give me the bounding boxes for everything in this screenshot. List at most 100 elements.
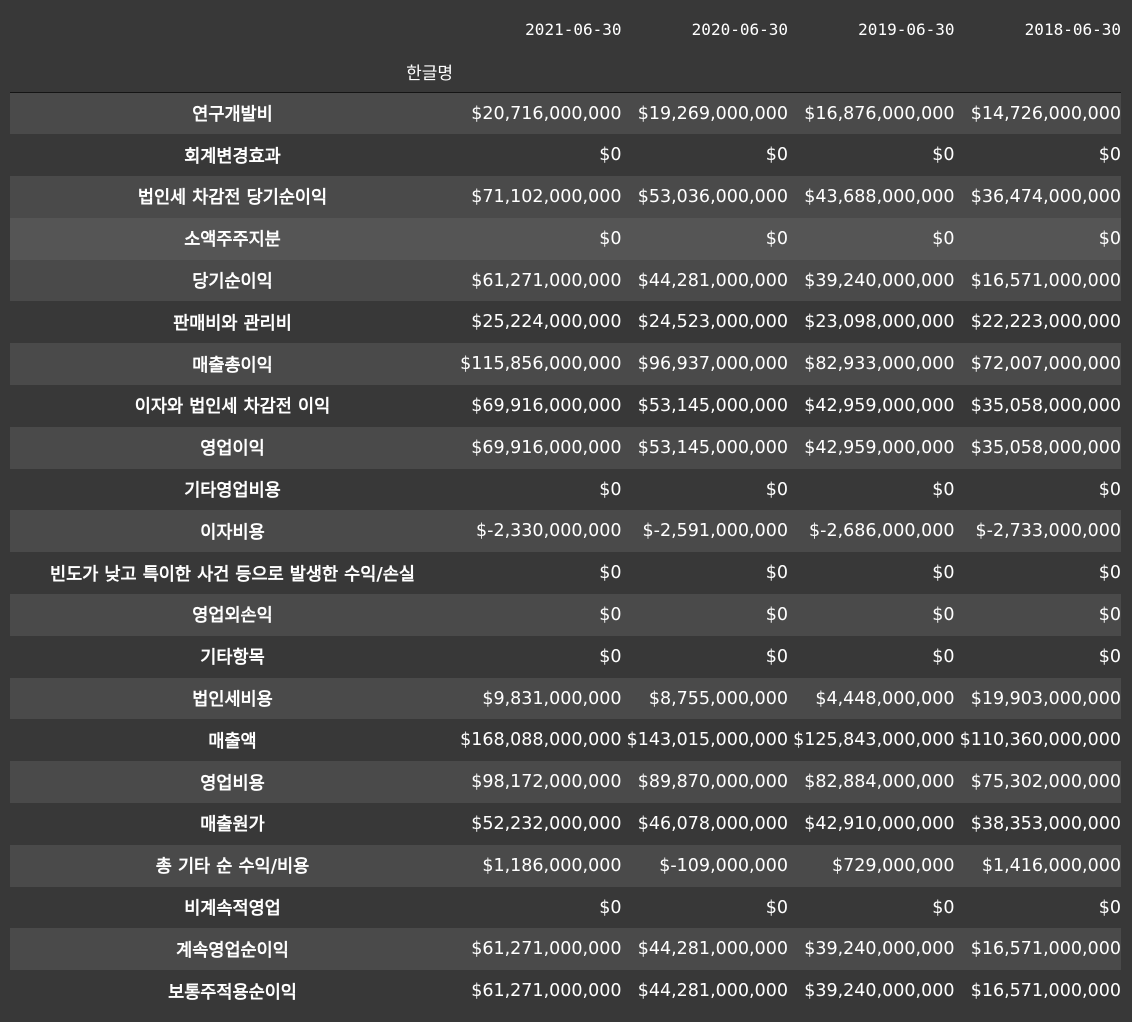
table-row: 소액주주지분 $0 $0 $0 $0 (10, 217, 1121, 260)
row-label: 법인세 차감전 당기순이익 (137, 188, 328, 209)
table-cell: $38,353,000,000 (970, 813, 1121, 834)
row-label: 이자비용 (200, 522, 265, 543)
income-statement-table: 2021-06-30 2020-06-30 2019-06-30 2018-06… (10, 8, 1121, 1013)
table-cell: $-2,330,000,000 (476, 521, 622, 542)
table-cell: $35,058,000,000 (970, 437, 1121, 458)
index-name: 한글명 (10, 50, 455, 93)
table-cell: $168,088,000,000 (460, 730, 622, 751)
table-cell: $0 (765, 479, 788, 500)
corner-cell (10, 8, 455, 50)
table-row: 매출총이익 $115,856,000,000 $96,937,000,000 $82,… (10, 343, 1121, 386)
column-header: 2020-06-30 (691, 19, 788, 39)
table-cell: $96,937,000,000 (637, 354, 788, 375)
table-row: 매출원가 $52,232,000,000 $46,078,000,000 $42,91… (10, 803, 1121, 845)
table-row: 보통주적용순이익 $61,271,000,000 $44,281,000,000 $3… (10, 970, 1121, 1013)
column-header: 2019-06-30 (858, 19, 955, 39)
row-label: 총 기타 순 수익/비용 (155, 857, 310, 878)
table-cell: $16,571,000,000 (970, 270, 1121, 291)
table-cell: $0 (599, 228, 622, 249)
table-cell: $20,716,000,000 (471, 103, 622, 124)
table-cell: $42,959,000,000 (804, 437, 955, 458)
table-cell: $53,145,000,000 (637, 395, 788, 416)
table-cell: $82,884,000,000 (804, 772, 955, 793)
row-label: 판매비와 관리비 (173, 313, 292, 334)
table-row: 매출액 $168,088,000,000 $143,015,000,000 $125,… (10, 719, 1121, 762)
table-cell: $0 (599, 479, 622, 500)
row-label: 빈도가 낮고 특이한 사건 등으로 발생한 수익/손실 (50, 564, 415, 585)
table-row: 영업외손익 $0 $0 $0 $0 (10, 594, 1121, 636)
table-row: 총 기타 순 수익/비용 $1,186,000,000 $-109,000,000 $… (10, 844, 1121, 887)
table-cell: $0 (765, 145, 788, 166)
table-cell: $75,302,000,000 (970, 772, 1121, 793)
table-header: 2021-06-30 2020-06-30 2019-06-30 2018-06… (10, 8, 1121, 93)
table-cell: $0 (932, 646, 955, 667)
table-cell: $82,933,000,000 (804, 354, 955, 375)
table-cell: $115,856,000,000 (460, 354, 622, 375)
table-cell: $42,910,000,000 (804, 813, 955, 834)
table-cell: $-2,733,000,000 (975, 521, 1121, 542)
table-cell: $35,058,000,000 (970, 395, 1121, 416)
table-cell: $19,269,000,000 (637, 103, 788, 124)
column-header: 2018-06-30 (1024, 19, 1121, 39)
table-cell: $0 (932, 145, 955, 166)
table-cell: $24,523,000,000 (637, 312, 788, 333)
table-cell: $36,474,000,000 (970, 186, 1121, 207)
table-cell: $0 (765, 228, 788, 249)
table-cell: $61,271,000,000 (471, 939, 622, 960)
table-cell: $69,916,000,000 (471, 437, 622, 458)
table-cell: $0 (932, 228, 955, 249)
column-header: 2021-06-30 (525, 19, 622, 39)
table-cell: $0 (932, 604, 955, 625)
row-label: 영업이익 (200, 439, 265, 460)
table-row: 영업이익 $69,916,000,000 $53,145,000,000 $42,95… (10, 426, 1121, 469)
table-cell: $0 (765, 604, 788, 625)
row-label: 비계속적영업 (184, 899, 281, 920)
table-cell: $1,186,000,000 (482, 855, 622, 876)
table-cell: $14,726,000,000 (970, 103, 1121, 124)
table-cell: $52,232,000,000 (471, 813, 622, 834)
table-row: 계속영업순이익 $61,271,000,000 $44,281,000,000 $39… (10, 928, 1121, 971)
table-cell: $42,959,000,000 (804, 395, 955, 416)
index-name-row: 한글명 (10, 50, 1121, 93)
table-row: 법인세 차감전 당기순이익 $71,102,000,000 $53,036,000,… (10, 176, 1121, 218)
table-row: 기타항목 $0 $0 $0 $0 (10, 635, 1121, 678)
table-cell: $72,007,000,000 (970, 354, 1121, 375)
table-row: 법인세비용 $9,831,000,000 $8,755,000,000 $4,448,… (10, 677, 1121, 720)
table-row: 기타영업비용 $0 $0 $0 $0 (10, 468, 1121, 511)
table-row: 연구개발비 $20,716,000,000 $19,269,000,000 $16,8… (10, 92, 1121, 135)
table-cell: $0 (1098, 604, 1121, 625)
table-cell: $0 (1098, 646, 1121, 667)
table-cell: $110,360,000,000 (959, 730, 1121, 751)
table-cell: $44,281,000,000 (637, 981, 788, 1002)
row-label: 기타항목 (200, 648, 265, 669)
row-label: 회계변경효과 (184, 146, 281, 167)
table-cell: $89,870,000,000 (637, 772, 788, 793)
table-cell: $0 (1098, 228, 1121, 249)
table-cell: $22,223,000,000 (970, 312, 1121, 333)
table-cell: $16,571,000,000 (970, 981, 1121, 1002)
row-label: 매출액 (208, 731, 257, 752)
table-cell: $44,281,000,000 (637, 939, 788, 960)
table-cell: $125,843,000,000 (793, 730, 955, 751)
table-cell: $-2,591,000,000 (642, 521, 788, 542)
dataframe-output: 2021-06-30 2020-06-30 2019-06-30 2018-06… (0, 0, 1132, 1022)
table-cell: $46,078,000,000 (637, 813, 788, 834)
row-label: 당기순이익 (192, 272, 273, 293)
table-row: 영업비용 $98,172,000,000 $89,870,000,000 $82,88… (10, 761, 1121, 804)
table-cell: $0 (599, 563, 622, 584)
row-label: 기타영업비용 (184, 481, 281, 502)
row-label: 계속영업순이익 (176, 940, 289, 961)
table-cell: $61,271,000,000 (471, 270, 622, 291)
table-cell: $0 (599, 145, 622, 166)
table-cell: $0 (765, 563, 788, 584)
row-label: 매출총이익 (192, 355, 273, 376)
table-row: 이자비용 $-2,330,000,000 $-2,591,000,000 $-2,68… (10, 510, 1121, 553)
table-row: 당기순이익 $61,271,000,000 $44,281,000,000 $39,2… (10, 259, 1121, 302)
table-cell: $0 (1098, 897, 1121, 918)
table-cell: $8,755,000,000 (648, 688, 788, 709)
row-label: 영업비용 (200, 773, 265, 794)
table-cell: $16,876,000,000 (804, 103, 955, 124)
table-row: 이자와 법인세 차감전 이익 $69,916,000,000 $53,145,000… (10, 385, 1121, 427)
table-cell: $44,281,000,000 (637, 270, 788, 291)
table-cell: $0 (599, 646, 622, 667)
